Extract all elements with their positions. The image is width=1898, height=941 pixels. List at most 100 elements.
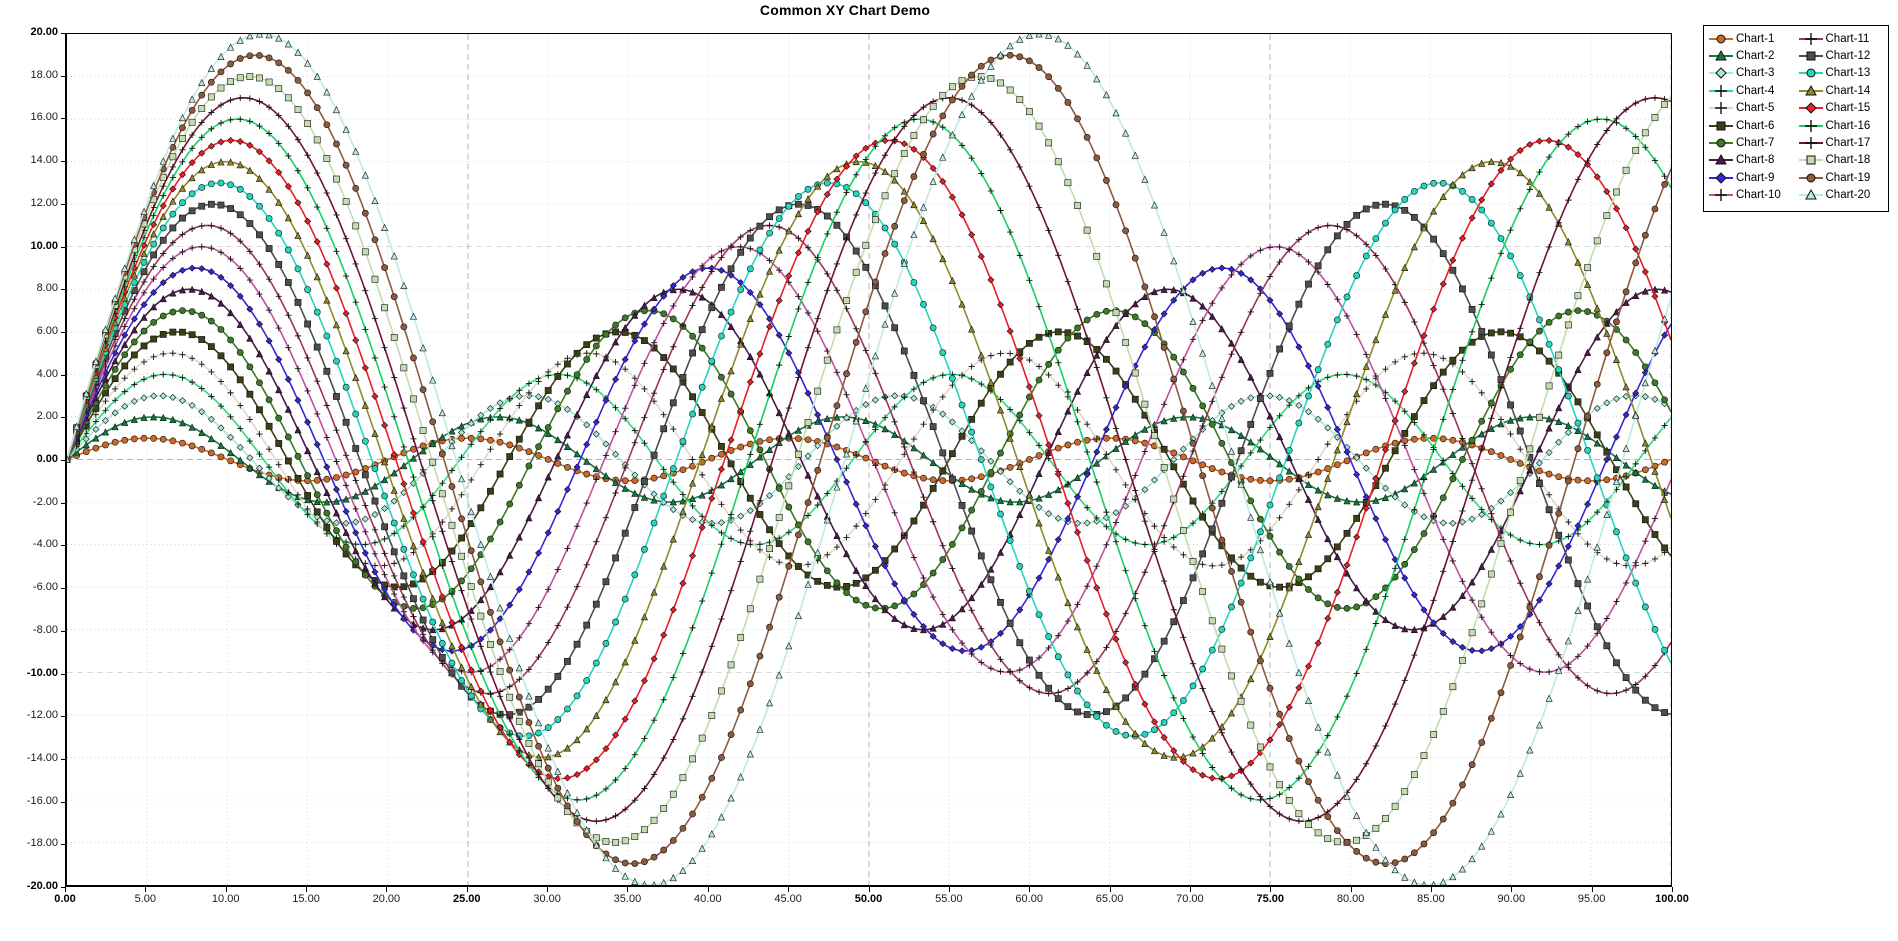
legend-marker-icon [1708,84,1734,98]
y-tick-label: -6.00 [32,581,58,594]
legend-item-chart-11[interactable]: Chart-11 [1798,30,1886,47]
x-tick-mark [1591,887,1593,892]
x-tick-label: 65.00 [1095,893,1124,905]
x-tick-mark [145,887,147,892]
x-tick-mark [547,887,549,892]
triangle-marker-icon [1798,189,1823,200]
x-tick-mark [868,887,870,892]
legend-item-chart-7[interactable]: Chart-7 [1708,134,1796,151]
y-tick-label: 18.00 [30,68,58,81]
x-tick-mark [788,887,790,892]
triangle-marker-icon [1709,50,1733,61]
chart-window: Common XY Chart Demo 20.00 18.00 16.00 14.0… [0,0,1898,941]
y-tick-label: 20.00 [30,26,58,38]
square-marker-icon [1709,121,1733,131]
legend-marker-icon [1708,188,1734,202]
legend-item-chart-14[interactable]: Chart-14 [1798,82,1886,99]
x-tick-mark [1189,887,1191,892]
legend-item-label: Chart-12 [1825,50,1871,63]
x-tick-label: 85.00 [1417,893,1445,905]
legend-item-label: Chart-13 [1825,67,1871,80]
legend-item-chart-10[interactable]: Chart-10 [1708,187,1796,204]
legend-marker-icon [1798,171,1824,185]
legend-marker-icon [1708,66,1734,80]
x-tick-label: 40.00 [694,893,722,905]
plot-area[interactable] [65,33,1672,887]
triangle-marker-icon [1709,154,1733,165]
legend-item-label: Chart-17 [1825,137,1871,150]
y-tick-label: -12.00 [26,709,58,722]
legend-marker-icon [1798,66,1824,80]
legend-marker-icon [1798,32,1824,46]
legend-marker-icon [1708,171,1734,185]
x-tick-label: 15.00 [292,893,320,905]
x-tick-label: 45.00 [774,893,802,905]
y-tick-label: 14.00 [30,154,58,167]
x-tick-mark [65,887,66,892]
legend-item-chart-18[interactable]: Chart-18 [1798,152,1886,169]
legend-item-chart-5[interactable]: Chart-5 [1708,100,1796,117]
legend-marker-icon [1798,101,1824,115]
triangle-marker-icon [1798,84,1823,96]
series-layer [67,34,1671,885]
legend-item-chart-9[interactable]: Chart-9 [1708,169,1796,186]
legend-marker-icon [1708,49,1734,63]
x-tick-label: 50.00 [854,893,883,905]
legend-marker-icon [1798,119,1824,133]
circle-marker-icon [1798,173,1823,183]
plus-marker-icon [1709,102,1733,115]
legend-item-chart-8[interactable]: Chart-8 [1708,152,1796,169]
legend-item-chart-20[interactable]: Chart-20 [1798,187,1886,204]
legend-item-chart-12[interactable]: Chart-12 [1798,47,1886,64]
legend-item-chart-4[interactable]: Chart-4 [1708,82,1796,99]
x-tick-mark [1350,887,1352,892]
legend-item-chart-3[interactable]: Chart-3 [1708,65,1796,82]
legend-marker-icon [1798,188,1824,202]
diamond-marker-icon [1798,102,1823,114]
legend-item-label: Chart-3 [1736,67,1775,80]
x-tick-mark [948,887,950,892]
circle-marker-icon [1709,138,1733,148]
legend-item-chart-1[interactable]: Chart-1 [1708,30,1796,47]
plus-marker-icon [1798,119,1823,132]
y-tick-label: 4.00 [36,367,58,380]
x-tick-label: 90.00 [1497,893,1526,905]
y-tick-label: 2.00 [36,410,58,423]
y-tick-label: 8.00 [36,282,58,295]
y-tick-label: 10.00 [30,239,58,252]
plus-marker-icon [1709,84,1733,97]
x-tick-mark [386,887,388,892]
x-tick-label: 95.00 [1577,893,1606,905]
x-tick-label: 70.00 [1176,893,1204,905]
x-tick-label: 10.00 [211,893,240,905]
y-tick-label: -16.00 [26,794,58,807]
legend-item-chart-16[interactable]: Chart-16 [1798,117,1886,134]
square-marker-icon [1798,51,1823,61]
y-tick-label: -4.00 [32,538,58,551]
legend-marker-icon [1798,153,1824,167]
legend[interactable]: Chart-1 Chart-11 Chart-2 Chart-12 Chart-3 Cha… [1703,25,1889,212]
legend-item-chart-2[interactable]: Chart-2 [1708,47,1796,64]
legend-item-chart-13[interactable]: Chart-13 [1798,65,1886,82]
square-marker-icon [1798,155,1823,165]
circle-marker-icon [1709,34,1733,44]
x-tick-mark [1109,887,1111,892]
legend-item-label: Chart-15 [1825,102,1871,115]
legend-item-label: Chart-4 [1736,84,1775,97]
circle-marker-icon [1798,68,1823,78]
legend-marker-icon [1708,136,1734,150]
legend-item-label: Chart-18 [1825,154,1871,167]
x-tick-mark [225,887,227,892]
diamond-marker-icon [1709,172,1733,184]
legend-item-chart-19[interactable]: Chart-19 [1798,169,1886,186]
x-tick-label: 30.00 [533,893,561,905]
legend-item-chart-17[interactable]: Chart-17 [1798,134,1886,151]
x-tick-label: 80.00 [1336,893,1365,905]
legend-item-chart-15[interactable]: Chart-15 [1798,100,1886,117]
legend-item-chart-6[interactable]: Chart-6 [1708,117,1796,134]
legend-marker-icon [1798,136,1824,150]
legend-item-label: Chart-9 [1736,171,1775,184]
x-tick-label: 55.00 [935,893,963,905]
x-tick-mark [1511,887,1513,892]
legend-marker-icon [1708,153,1734,167]
